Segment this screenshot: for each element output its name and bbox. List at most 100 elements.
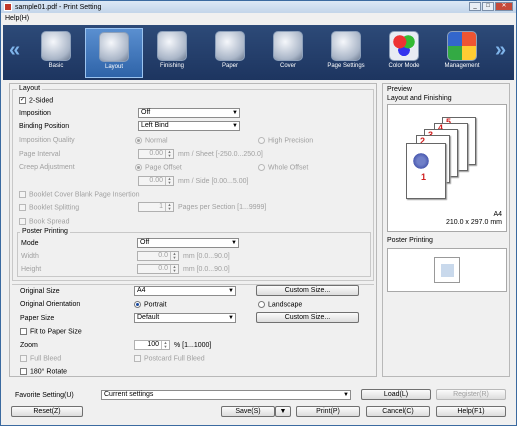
original-size-select[interactable]: A4 ▼ xyxy=(134,286,236,296)
category-toolbar: « Basic Layout Finishing Paper Cover Pag… xyxy=(3,25,514,80)
tab-cover[interactable]: Cover xyxy=(259,28,317,78)
print-setting-window: sample01.pdf - Print Setting _ □ ✕ Help(… xyxy=(0,0,517,426)
pages-per-section-spinner[interactable]: 1 ▲ ▼ xyxy=(138,202,174,212)
custom-size-button[interactable]: Custom Size... xyxy=(256,285,359,296)
preview-size-label: A4 xyxy=(493,211,502,218)
page-settings-icon xyxy=(331,31,361,61)
save-dropdown-button[interactable]: ▼ xyxy=(275,406,291,417)
fit-to-paper-checkbox[interactable]: Fit to Paper Size xyxy=(20,328,82,335)
poster-printing-group: Poster Printing Mode Off ▼ Width 0.0 ▲ ▼ mm… xyxy=(17,228,371,277)
creep-adjustment-label: Creep Adjustment xyxy=(19,164,75,171)
page-offset-radio[interactable]: Page Offset xyxy=(135,164,182,171)
zoom-spinner[interactable]: 100 ▲ ▼ xyxy=(134,340,170,350)
pages-per-section-label: Pages per Section [1...9999] xyxy=(178,204,267,211)
cover-icon xyxy=(273,31,303,61)
chevron-down-icon: ▼ xyxy=(231,240,237,246)
zoom-unit: % [1...1000] xyxy=(174,342,212,349)
poster-height-spinner[interactable]: 0.0 ▲ ▼ xyxy=(137,264,179,274)
paper-size-select[interactable]: Default ▼ xyxy=(134,313,236,323)
rotate-180-checkbox[interactable]: 180° Rotate xyxy=(20,368,67,375)
layout-legend: Layout xyxy=(17,85,43,92)
mode-label: Mode xyxy=(21,240,39,247)
chevron-down-icon: ▼ xyxy=(228,288,234,294)
toolbar-prev-arrow[interactable]: « xyxy=(9,39,20,62)
imposition-select[interactable]: Off ▼ xyxy=(138,108,240,118)
paper-size-label: Paper Size xyxy=(20,315,55,322)
poster-mode-select[interactable]: Off ▼ xyxy=(137,238,239,248)
page-interval-label: Page Interval xyxy=(19,151,61,158)
tab-finishing[interactable]: Finishing xyxy=(143,28,201,78)
paper-icon xyxy=(215,31,245,61)
poster-legend: Poster Printing xyxy=(20,228,70,235)
height-unit: mm [0.0...90.0] xyxy=(183,266,230,273)
high-precision-radio[interactable]: High Precision xyxy=(258,137,313,144)
booklet-splitting-checkbox[interactable]: Booklet Splitting xyxy=(19,204,79,211)
width-label: Width xyxy=(21,253,39,260)
page-interval-spinner[interactable]: 0.00 ▲ ▼ xyxy=(138,149,174,159)
postcard-full-bleed-checkbox[interactable]: Postcard Full Bleed xyxy=(134,355,205,362)
original-orientation-label: Original Orientation xyxy=(20,301,81,308)
close-button[interactable]: ✕ xyxy=(495,2,513,11)
basic-icon xyxy=(41,31,71,61)
tab-layout[interactable]: Layout xyxy=(85,28,143,78)
landscape-radio[interactable]: Landscape xyxy=(258,301,302,308)
favorite-setting-select[interactable]: Current settings ▼ xyxy=(101,390,351,400)
toolbar-next-arrow[interactable]: » xyxy=(495,39,506,62)
app-icon xyxy=(4,3,12,11)
management-icon xyxy=(447,31,477,61)
minimize-button[interactable]: _ xyxy=(469,2,481,11)
maximize-button[interactable]: □ xyxy=(482,2,494,11)
custom-size-button-2[interactable]: Custom Size... xyxy=(256,312,359,323)
two-sided-checkbox[interactable]: ✓ 2-Sided xyxy=(19,97,53,104)
reset-button[interactable]: Reset(Z) xyxy=(11,406,83,417)
normal-radio[interactable]: Normal xyxy=(135,137,168,144)
tab-basic[interactable]: Basic xyxy=(27,28,85,78)
preview-legend: Preview xyxy=(387,86,412,93)
whole-offset-radio[interactable]: Whole Offset xyxy=(258,164,308,171)
color-mode-icon xyxy=(389,31,419,61)
poster-preview xyxy=(387,248,507,292)
full-bleed-checkbox[interactable]: Full Bleed xyxy=(20,355,61,362)
layout-group: Layout ✓ 2-Sided Imposition Off ▼ Binding … xyxy=(12,85,374,281)
portrait-radio[interactable]: Portrait xyxy=(134,301,167,308)
creep-unit: mm / Side [0.00...5.00] xyxy=(178,178,249,185)
binding-position-label: Binding Position xyxy=(19,123,70,130)
creep-spinner[interactable]: 0.00 ▲ ▼ xyxy=(138,176,174,186)
menu-bar: Help(H) xyxy=(1,13,516,24)
menu-help[interactable]: Help(H) xyxy=(5,15,29,22)
layout-icon xyxy=(99,32,129,62)
load-button[interactable]: Load(L) xyxy=(361,389,431,400)
window-controls: _ □ ✕ xyxy=(469,2,513,11)
layout-preview: 5 4 3 2 1 A4 210.0 x 297.0 mm xyxy=(387,104,507,232)
help-button[interactable]: Help(F1) xyxy=(436,406,506,417)
save-button[interactable]: Save(S) xyxy=(221,406,275,417)
imposition-label: Imposition xyxy=(19,110,51,117)
poster-printing-preview-label: Poster Printing xyxy=(387,237,433,244)
preview-page-1: 1 xyxy=(406,143,446,199)
poster-width-spinner[interactable]: 0.0 ▲ ▼ xyxy=(137,251,179,261)
chevron-down-icon: ▼ xyxy=(343,392,349,398)
settings-panel: Layout ✓ 2-Sided Imposition Off ▼ Binding … xyxy=(9,83,377,377)
tab-management[interactable]: Management xyxy=(433,28,491,78)
poster-thumbnail xyxy=(441,264,454,277)
print-button[interactable]: Print(P) xyxy=(296,406,360,417)
tab-color-mode[interactable]: Color Mode xyxy=(375,28,433,78)
poster-page xyxy=(434,257,460,283)
chevron-down-icon: ▼ xyxy=(232,110,238,116)
register-button[interactable]: Register(R) xyxy=(436,389,506,400)
tab-paper[interactable]: Paper xyxy=(201,28,259,78)
layout-finishing-label: Layout and Finishing xyxy=(387,95,452,102)
window-title: sample01.pdf - Print Setting xyxy=(15,3,102,11)
imposition-quality-label: Imposition Quality xyxy=(19,137,75,144)
chevron-down-icon: ▼ xyxy=(228,315,234,321)
preview-panel: Preview Layout and Finishing 5 4 3 2 1 A… xyxy=(382,83,510,377)
binding-position-select[interactable]: Left Bind ▼ xyxy=(138,121,240,131)
book-spread-checkbox[interactable]: Book Spread xyxy=(19,218,69,225)
booklet-cover-checkbox[interactable]: Booklet Cover Blank Page Insertion xyxy=(19,191,140,198)
cancel-button[interactable]: Cancel(C) xyxy=(366,406,430,417)
favorite-setting-label: Favorite Setting(U) xyxy=(15,392,74,399)
original-size-label: Original Size xyxy=(20,288,60,295)
preview-size-dims: 210.0 x 297.0 mm xyxy=(445,219,502,226)
tab-page-settings[interactable]: Page Settings xyxy=(317,28,375,78)
zoom-label: Zoom xyxy=(20,342,38,349)
